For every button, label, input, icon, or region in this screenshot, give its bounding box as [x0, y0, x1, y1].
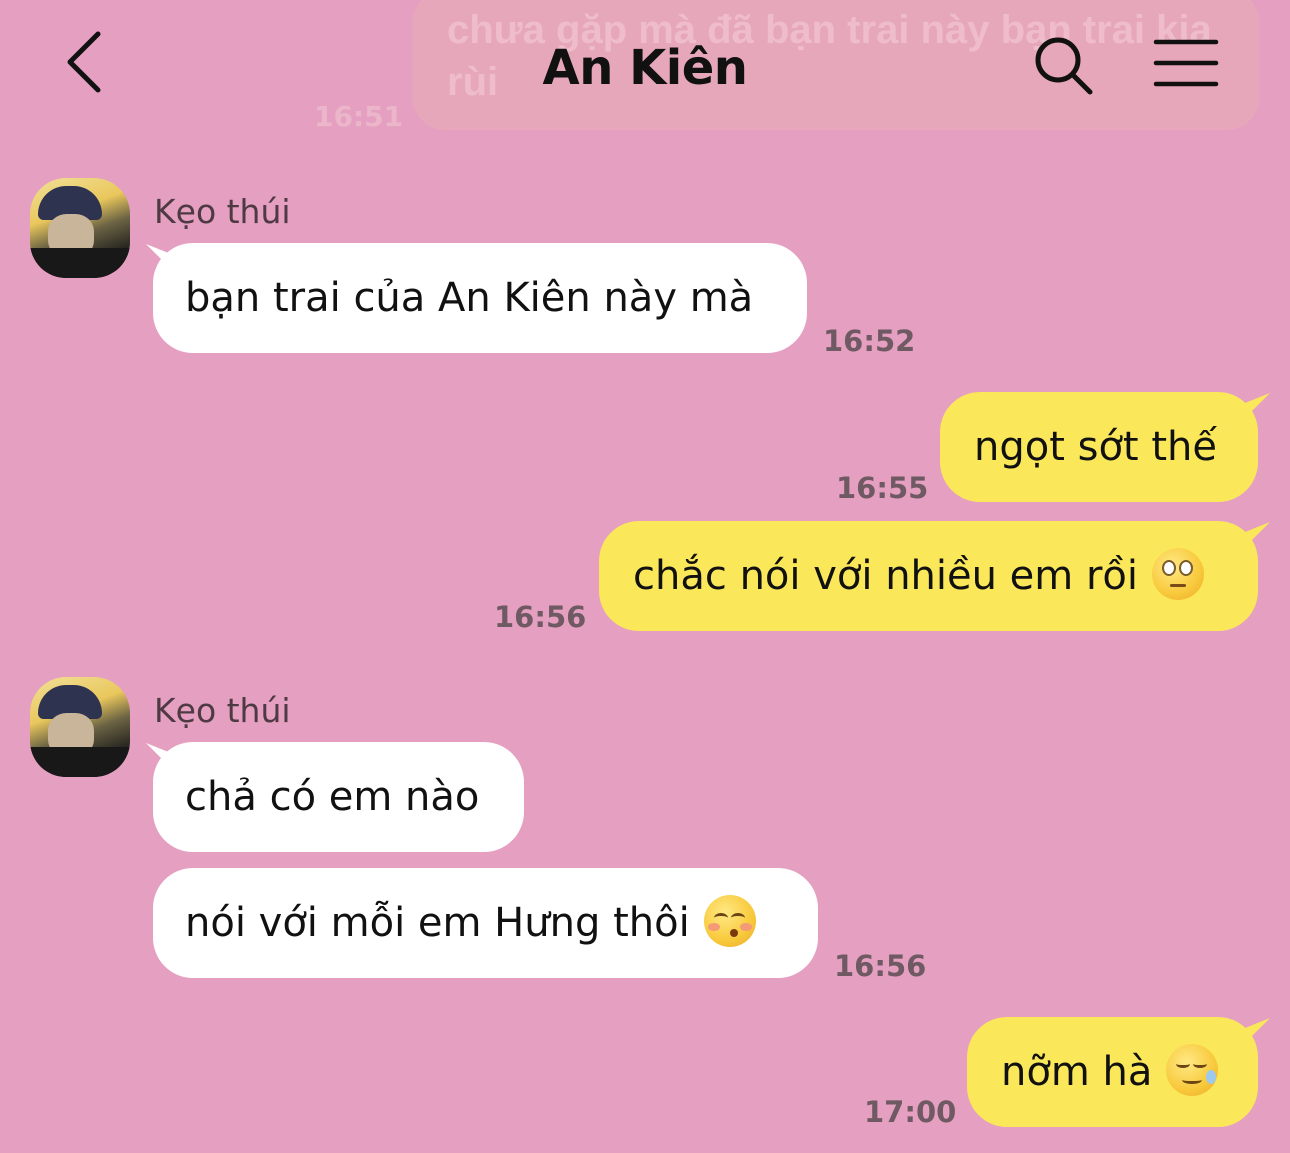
message-time: 16:52 — [823, 324, 916, 358]
avatar[interactable] — [30, 677, 130, 777]
chat-title: An Kiên — [542, 40, 748, 96]
message-text: nỡm hà — [1001, 1049, 1153, 1095]
message-time: 16:56 — [834, 949, 927, 983]
sleeping-face-emoji-icon — [1166, 1044, 1219, 1096]
message-bubble-incoming[interactable]: bạn trai của An Kiên này mà — [153, 243, 807, 353]
search-icon — [1035, 37, 1093, 95]
hamburger-menu-icon — [1153, 39, 1219, 87]
chat-header: An Kiên — [0, 0, 1290, 140]
menu-button[interactable] — [1152, 36, 1220, 90]
avatar-body — [30, 248, 130, 278]
message-time: 16:55 — [836, 471, 929, 505]
avatar-body — [30, 747, 130, 777]
avatar[interactable] — [30, 178, 130, 278]
message-time: 17:00 — [864, 1095, 957, 1129]
message-text: chắc nói với nhiều em rồi — [633, 553, 1138, 599]
message-text: nói với mỗi em Hưng thôi — [185, 900, 690, 946]
message-bubble-incoming[interactable]: nói với mỗi em Hưng thôi — [153, 868, 818, 978]
message-time: 16:56 — [494, 600, 587, 634]
message-text: chả có em nào — [185, 774, 480, 820]
sender-name: Kẹo thúi — [154, 691, 291, 730]
message-text: bạn trai của An Kiên này mà — [185, 275, 754, 321]
message-bubble-outgoing[interactable]: nỡm hà — [967, 1017, 1258, 1127]
kissing-face-emoji-icon — [703, 895, 756, 947]
message-bubble-incoming[interactable]: chả có em nào — [153, 742, 524, 852]
chat-screen: chưa gặp mà đã bạn trai này bạn trai kia… — [0, 0, 1290, 1153]
rolling-eyes-emoji-icon — [1152, 548, 1204, 600]
search-button[interactable] — [1032, 34, 1096, 98]
message-bubble-outgoing[interactable]: ngọt sớt thế — [940, 392, 1258, 502]
message-text: ngọt sớt thế — [974, 424, 1217, 470]
message-bubble-outgoing[interactable]: chắc nói với nhiều em rồi — [599, 521, 1258, 631]
sender-name: Kẹo thúi — [154, 192, 291, 231]
